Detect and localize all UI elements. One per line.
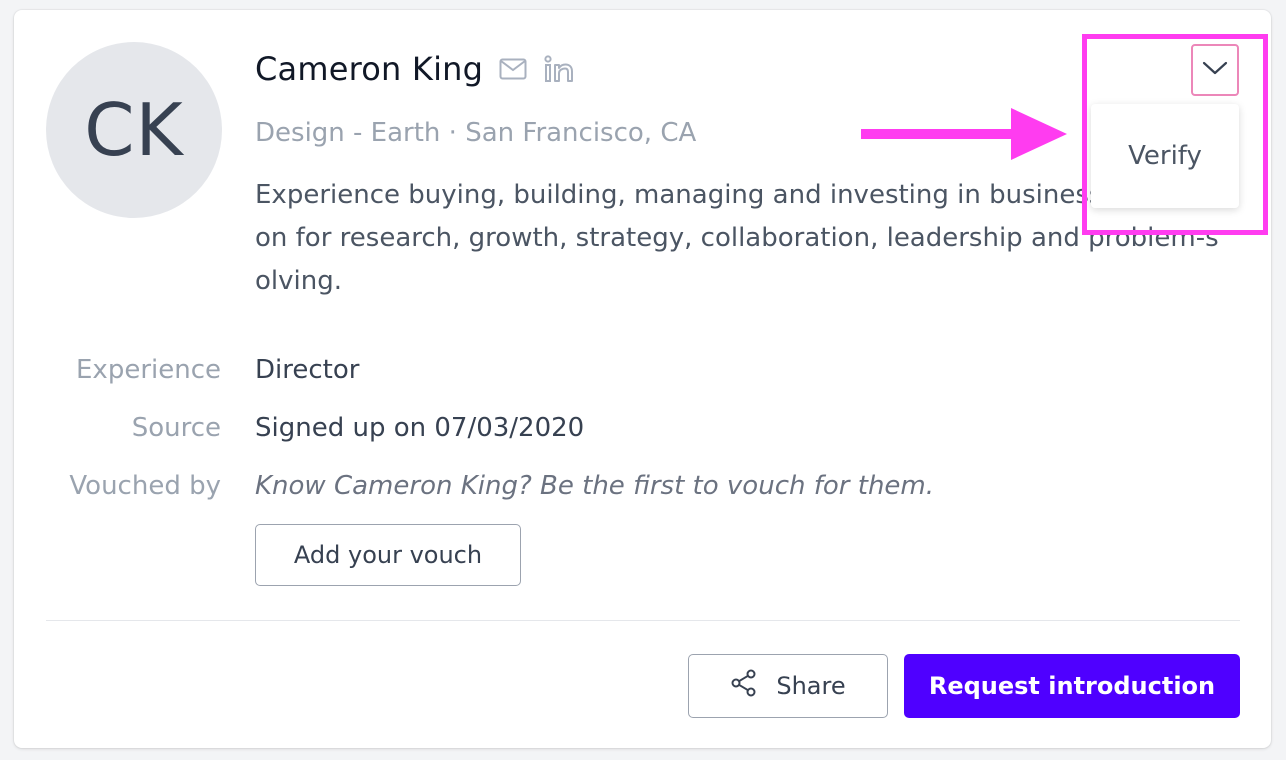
detail-label: Vouched by — [69, 471, 221, 501]
annotation-arrow — [861, 108, 1067, 160]
detail-row-vouched-by: Vouched by Know Cameron King? Be the fir… — [14, 466, 934, 506]
more-menu-toggle[interactable] — [1191, 44, 1239, 96]
request-introduction-label: Request introduction — [928, 672, 1216, 700]
profile-name: Cameron King — [255, 50, 484, 88]
share-icon — [730, 669, 758, 703]
name-row: Cameron King — [255, 50, 575, 88]
avatar-initials: CK — [84, 88, 184, 172]
detail-value: Signed up on 07/03/2020 — [255, 413, 585, 443]
detail-row-experience: Experience Director — [14, 350, 359, 390]
add-vouch-button[interactable]: Add your vouch — [255, 524, 521, 586]
mail-icon[interactable] — [497, 53, 529, 85]
detail-value: Director — [255, 355, 360, 385]
chevron-down-icon — [1202, 60, 1228, 80]
menu-item-verify[interactable]: Verify — [1118, 135, 1212, 177]
linkedin-icon[interactable] — [543, 53, 575, 85]
detail-label: Experience — [76, 355, 221, 385]
add-vouch-label: Add your vouch — [293, 541, 483, 569]
vouch-prompt: Know Cameron King? Be the first to vouch… — [255, 471, 935, 501]
request-introduction-button[interactable]: Request introduction — [904, 654, 1240, 718]
detail-row-source: Source Signed up on 07/03/2020 — [14, 408, 585, 448]
avatar: CK — [46, 42, 222, 218]
profile-bio: Experience buying, building, managing an… — [255, 180, 1219, 296]
detail-label: Source — [131, 413, 221, 443]
divider — [46, 620, 1240, 621]
profile-subtitle: Design - Earth · San Francisco, CA — [255, 118, 697, 148]
share-button[interactable]: Share — [688, 654, 888, 718]
more-menu-dropdown: Verify — [1091, 104, 1239, 208]
profile-card: CK Cameron King Design - Earth · San Fra… — [14, 10, 1271, 748]
share-label: Share — [776, 672, 846, 700]
